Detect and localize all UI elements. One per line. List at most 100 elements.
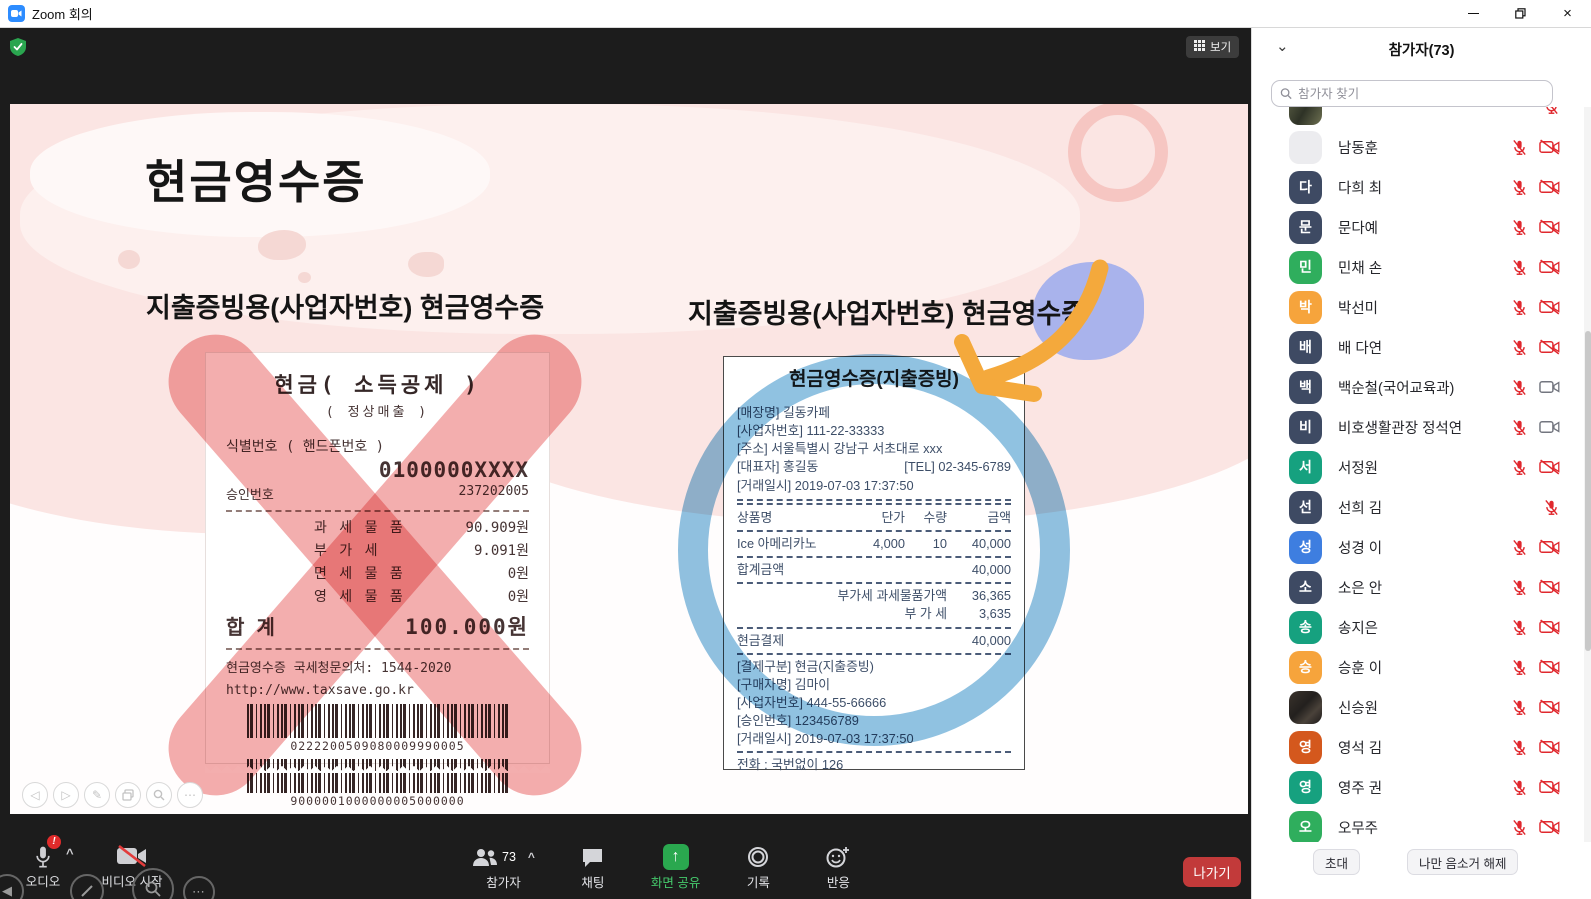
- record-label: 기록: [747, 872, 770, 891]
- view-button[interactable]: 보기: [1186, 36, 1239, 58]
- video-state-icon: [1539, 179, 1560, 195]
- zoom-window: Zoom 회의 × 보기: [0, 0, 1591, 899]
- share-screen-icon: ↑: [663, 844, 689, 870]
- panel-scrollbar-thumb[interactable]: [1585, 331, 1591, 651]
- panel-scrollbar[interactable]: [1584, 107, 1591, 842]
- participant-row[interactable]: 비 비호생활관장 정석연: [1252, 407, 1584, 447]
- titlebar: Zoom 회의 ×: [0, 0, 1591, 28]
- shared-slide: 현금영수증 지출증빙용(사업자번호) 현금영수증 지출증빙용(사업자번호) 현금…: [10, 104, 1248, 814]
- pen-icon: [79, 883, 95, 899]
- mic-muted-icon: [1511, 699, 1528, 716]
- participant-row[interactable]: 백 백순철(국어교육과): [1252, 367, 1584, 407]
- audio-label: 오디오: [26, 871, 61, 890]
- participant-row[interactable]: 박 박선미: [1252, 287, 1584, 327]
- video-state-icon: [1539, 219, 1560, 235]
- participants-panel-title: 참가자(73): [1252, 39, 1591, 60]
- avatar: 오: [1289, 811, 1322, 843]
- minimize-button[interactable]: [1450, 0, 1497, 28]
- annotation-more-button[interactable]: ⋯: [183, 876, 215, 899]
- participants-caret[interactable]: ^: [528, 850, 535, 864]
- participant-name: 다희 최: [1338, 177, 1382, 198]
- mic-muted-icon: [1511, 419, 1528, 436]
- mic-muted-icon: [1511, 139, 1528, 156]
- participant-row[interactable]: 송 송지은: [1252, 607, 1584, 647]
- reactions-button[interactable]: 반응: [816, 842, 860, 891]
- audio-alert-badge: !: [47, 835, 61, 849]
- avatar: 성: [1289, 531, 1322, 564]
- participants-panel: ⌄ 참가자(73) 남동훈: [1251, 28, 1591, 899]
- leave-button[interactable]: 나가기: [1183, 857, 1241, 887]
- window-controls: ×: [1450, 0, 1591, 28]
- chat-button[interactable]: 채팅: [571, 842, 615, 891]
- participant-row[interactable]: 성 성경 이: [1252, 527, 1584, 567]
- participant-row[interactable]: 소 소은 안: [1252, 567, 1584, 607]
- participant-name: 영주 권: [1338, 777, 1382, 798]
- zoom-tool-button[interactable]: [146, 782, 172, 808]
- audio-button[interactable]: ! 오디오: [14, 841, 72, 890]
- share-screen-button[interactable]: ↑ 화면 공유: [651, 842, 700, 891]
- mic-muted-icon: [1511, 339, 1528, 356]
- pen-tool-button[interactable]: ✎: [84, 782, 110, 808]
- mic-muted-icon: [1511, 179, 1528, 196]
- participant-name: 소은 안: [1338, 577, 1382, 598]
- record-icon: [747, 846, 769, 868]
- participant-row[interactable]: 민 민채 손: [1252, 247, 1584, 287]
- audio-options-caret[interactable]: ^: [66, 846, 74, 861]
- participant-row[interactable]: 선 선희 김: [1252, 487, 1584, 527]
- participant-row[interactable]: 문 문다예: [1252, 207, 1584, 247]
- avatar: 소: [1289, 571, 1322, 604]
- participant-row[interactable]: 영 영주 권: [1252, 767, 1584, 807]
- reactions-label: 반응: [827, 872, 850, 891]
- restore-button[interactable]: [1497, 0, 1544, 28]
- participant-name: 박선미: [1338, 297, 1378, 318]
- participant-row[interactable]: 승 승훈 이: [1252, 647, 1584, 687]
- slide-controls: ◁ ▷ ✎ ⋯: [22, 782, 203, 808]
- video-state-icon: [1539, 139, 1560, 155]
- participant-row[interactable]: 서 서정원: [1252, 447, 1584, 487]
- video-state-icon: [1539, 579, 1560, 595]
- participant-row[interactable]: 다 다희 최: [1252, 167, 1584, 207]
- avatar: 선: [1289, 491, 1322, 524]
- participant-row[interactable]: 영 영석 김: [1252, 727, 1584, 767]
- participant-name: 신승원: [1338, 697, 1378, 718]
- participant-name: 송지은: [1338, 617, 1378, 638]
- participant-name: 배 다연: [1338, 337, 1382, 358]
- search-icon: [1280, 87, 1292, 100]
- security-shield-icon[interactable]: [10, 38, 26, 61]
- avatar: [1289, 131, 1322, 164]
- avatar: 박: [1289, 291, 1322, 324]
- participant-name: 성경 이: [1338, 537, 1382, 558]
- participant-row[interactable]: 배 배 다연: [1252, 327, 1584, 367]
- slides-panel-button[interactable]: [115, 782, 141, 808]
- more-tools-button[interactable]: ⋯: [177, 782, 203, 808]
- mic-muted-icon: [1511, 219, 1528, 236]
- left-section-header: 지출증빙용(사업자번호) 현금영수증: [146, 286, 544, 325]
- avatar: 백: [1289, 371, 1322, 404]
- avatar: [1289, 691, 1322, 724]
- video-state-icon: [1539, 699, 1560, 715]
- mic-muted-icon: [1511, 659, 1528, 676]
- unmute-self-button[interactable]: 나만 음소거 해제: [1407, 849, 1518, 875]
- participant-name: 선희 김: [1338, 497, 1382, 518]
- participants-count: 73: [502, 850, 516, 864]
- mic-muted-icon: [1511, 539, 1528, 556]
- participant-row[interactable]: 신승원: [1252, 687, 1584, 727]
- mic-muted-icon: [1511, 459, 1528, 476]
- participant-search[interactable]: [1271, 80, 1553, 107]
- invite-button[interactable]: 초대: [1313, 849, 1360, 875]
- participant-name: 영석 김: [1338, 737, 1382, 758]
- participant-search-input[interactable]: [1298, 87, 1544, 101]
- participant-row-partial[interactable]: [1252, 107, 1584, 127]
- video-state-icon: [1539, 379, 1560, 395]
- record-button[interactable]: 기록: [736, 842, 780, 891]
- grid-view-icon: [1194, 40, 1205, 54]
- next-slide-button[interactable]: ▷: [53, 782, 79, 808]
- previous-slide-button[interactable]: ◁: [22, 782, 48, 808]
- video-state-icon: [1539, 739, 1560, 755]
- close-button[interactable]: ×: [1544, 0, 1591, 28]
- participants-button[interactable]: 73 ^ 참가자: [472, 842, 535, 891]
- mic-muted-icon: [1511, 379, 1528, 396]
- avatar: 영: [1289, 731, 1322, 764]
- participant-row[interactable]: 남동훈: [1252, 127, 1584, 167]
- participant-row[interactable]: 오 오무주: [1252, 807, 1584, 842]
